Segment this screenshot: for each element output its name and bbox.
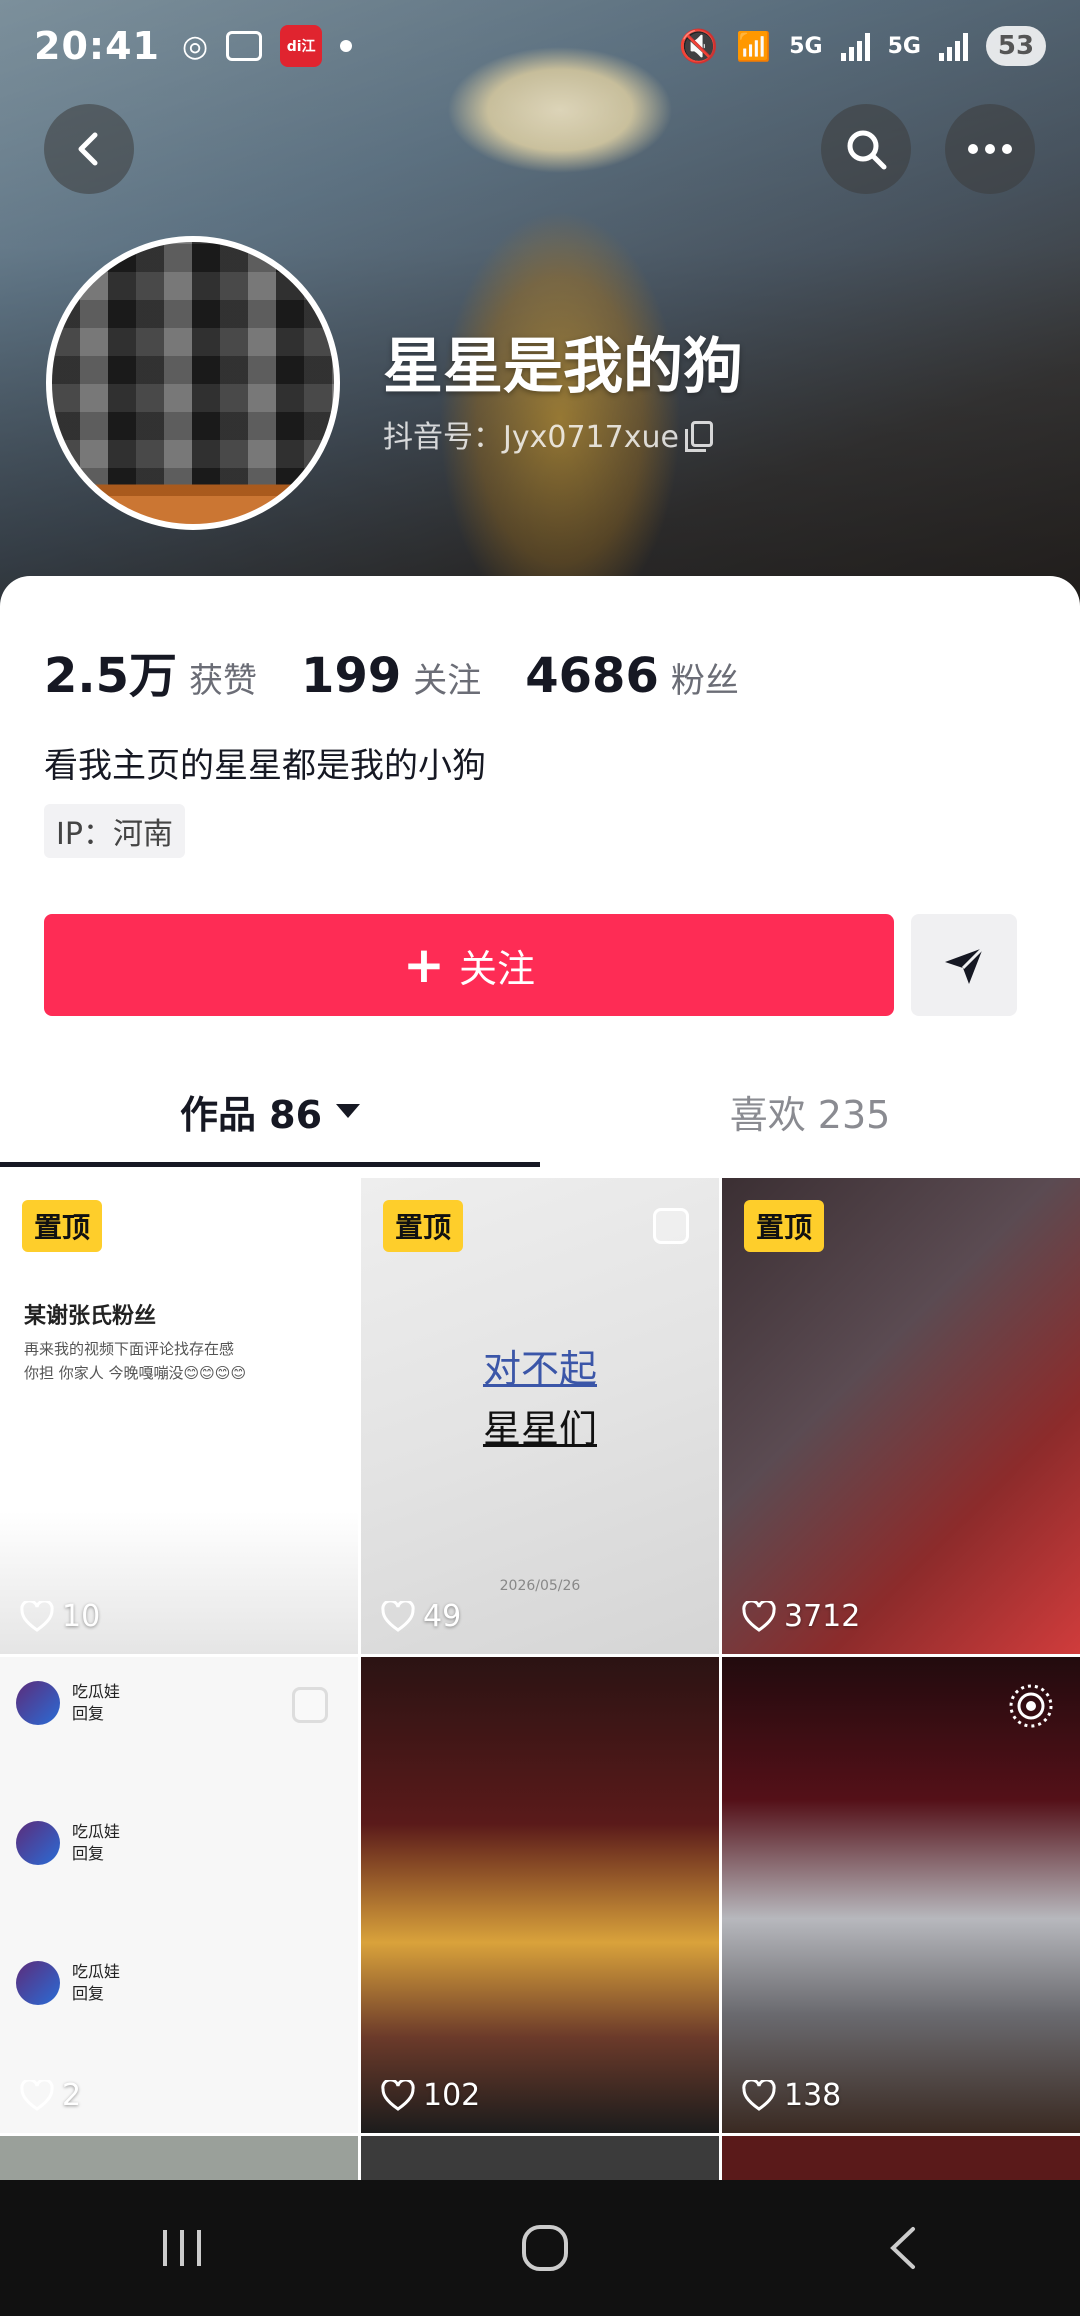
post-tile[interactable]: 138 [722, 1657, 1080, 2133]
profile-name: 星星是我的狗 [383, 332, 743, 402]
dropdown-icon [336, 1104, 361, 1118]
loop-icon: ◎ [181, 28, 209, 64]
profile-id[interactable]: 抖音号：Jyx0717xue [383, 412, 713, 456]
post-tile[interactable]: 置顶 某谢张氏粉丝 再来我的视频下面评论找存在感 你担 你家人 今晚嘎嘣没😊😊😊… [0, 1178, 358, 1654]
follow-button[interactable]: + 关注 [44, 914, 894, 1016]
profile-bio: 看我主页的星星都是我的小狗 [44, 746, 486, 786]
profile-card: 2.5万 获赞 199 关注 4686 粉丝 看我主页的星星都是我的小狗 IP：… [0, 576, 1080, 2196]
heart-icon [381, 1600, 415, 1632]
content-tabs: 作品 86 喜欢 235 [0, 1056, 1080, 1166]
mute-icon: 🔇 [678, 27, 719, 65]
pinned-badge: 置顶 [22, 1200, 103, 1252]
post-tile[interactable]: 置顶 3712 [722, 1178, 1080, 1654]
search-button[interactable] [821, 104, 911, 194]
stats-row: 2.5万 获赞 199 关注 4686 粉丝 [44, 636, 783, 706]
ip-badge: IP：河南 [44, 804, 185, 858]
back-nav-icon[interactable] [883, 2223, 923, 2273]
comment-avatar [16, 1821, 60, 1865]
signal-icon [939, 31, 968, 61]
more-icon [968, 144, 1012, 154]
tab-likes[interactable]: 喜欢 235 [540, 1056, 1080, 1166]
post-title: 某谢张氏粉丝 [24, 1304, 157, 1329]
recent-apps-icon[interactable] [157, 2226, 207, 2270]
wifi-icon: 📶 [736, 29, 772, 63]
app-badge: di江 [280, 25, 323, 67]
notification-dot [340, 40, 353, 52]
home-icon[interactable] [520, 2223, 570, 2273]
post-tile[interactable]: 置顶 对不起 星星们 2026/05/26 49 [361, 1178, 719, 1654]
copy-icon[interactable] [684, 421, 713, 452]
send-message-button[interactable] [911, 914, 1017, 1016]
stat-following[interactable]: 199 关注 [301, 648, 481, 704]
tab-underline [0, 1162, 540, 1167]
plus-icon: + [403, 936, 445, 994]
status-time: 20:41 [34, 24, 160, 68]
post-tile[interactable]: 吃瓜娃 回复 吃瓜娃 回复 吃瓜娃 回复 2 [0, 1657, 358, 2133]
live-photo-icon [1009, 1684, 1053, 1728]
chevron-left-icon [78, 132, 98, 166]
posts-grid: 置顶 某谢张氏粉丝 再来我的视频下面评论找存在感 你担 你家人 今晚嘎嘣没😊😊😊… [0, 1178, 1080, 2196]
back-button[interactable] [44, 104, 134, 194]
heart-icon [381, 2079, 415, 2111]
signal-icon [840, 31, 870, 61]
comment-avatar [16, 1961, 60, 2005]
avatar[interactable] [46, 236, 340, 530]
heart-icon [742, 2079, 776, 2111]
screen-icon [226, 31, 263, 61]
battery-indicator: 53 [986, 26, 1046, 66]
pinned-badge: 置顶 [383, 1200, 464, 1252]
like-count: 49 [381, 1599, 461, 1634]
image-icon [292, 1208, 328, 1244]
system-nav-bar [0, 2180, 1080, 2316]
tab-works[interactable]: 作品 86 [0, 1056, 540, 1166]
like-count: 102 [381, 2078, 480, 2113]
like-count: 2 [20, 2078, 81, 2113]
stat-likes[interactable]: 2.5万 获赞 [44, 636, 257, 706]
heart-icon [20, 2079, 54, 2111]
send-icon [945, 946, 985, 984]
heart-icon [742, 1600, 776, 1632]
like-count: 10 [20, 1599, 100, 1634]
stat-followers[interactable]: 4686 粉丝 [525, 648, 739, 704]
profile-screen: 20:41 ◎ di江 🔇 📶 5G 5G 53 星星是我的狗 抖音号：Jyx0… [0, 0, 1080, 2316]
text-post-icon [653, 1208, 689, 1244]
heart-icon [20, 1600, 54, 1632]
image-icon [292, 1687, 328, 1723]
post-tile[interactable]: 102 [361, 1657, 719, 2133]
like-count: 3712 [742, 1599, 860, 1634]
status-bar: 20:41 ◎ di江 🔇 📶 5G 5G 53 [0, 0, 1080, 92]
more-button[interactable] [945, 104, 1035, 194]
like-count: 138 [742, 2078, 841, 2113]
search-icon [847, 130, 887, 170]
network-label: 5G [789, 33, 823, 59]
pinned-badge: 置顶 [744, 1200, 825, 1252]
comment-avatar [16, 1681, 60, 1725]
